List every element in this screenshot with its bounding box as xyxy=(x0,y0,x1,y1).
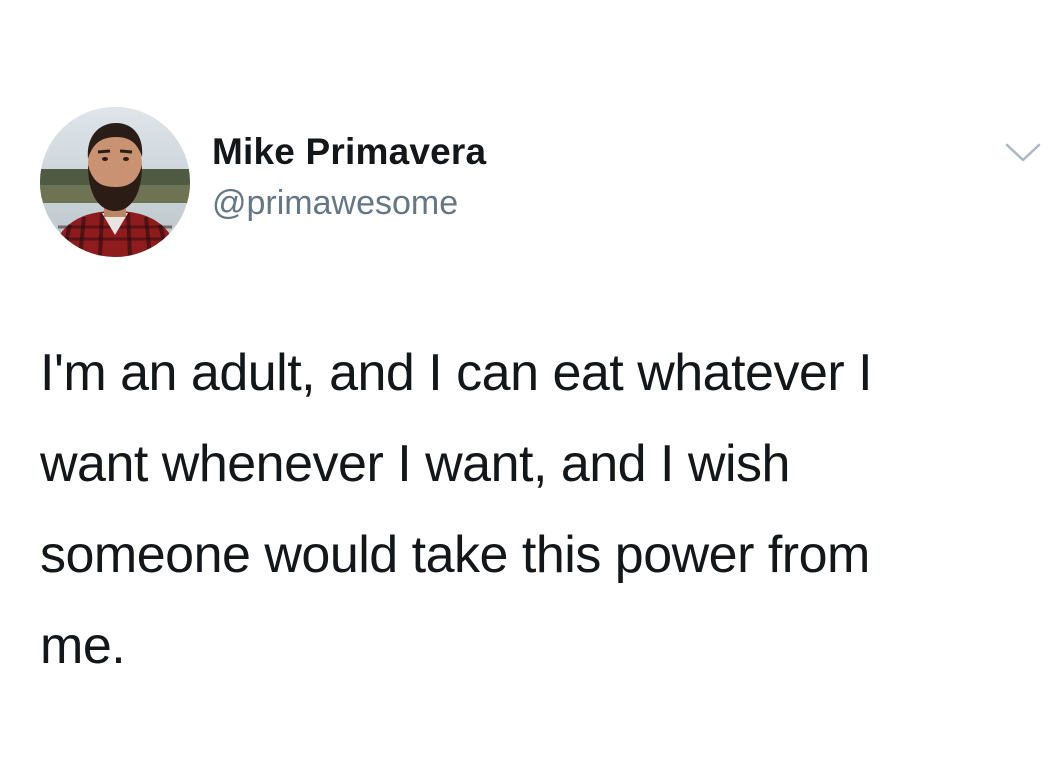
tweet-text: I'm an adult, and I can eat whatever I w… xyxy=(40,344,873,675)
chevron-down-icon[interactable] xyxy=(1004,141,1042,165)
tweet-card: Mike Primavera @primawesome I'm an adult… xyxy=(0,0,1064,774)
profile-photo xyxy=(40,107,190,257)
author-handle[interactable]: @primawesome xyxy=(212,184,458,223)
author-display-name[interactable]: Mike Primavera xyxy=(212,131,486,173)
avatar[interactable] xyxy=(40,107,190,257)
